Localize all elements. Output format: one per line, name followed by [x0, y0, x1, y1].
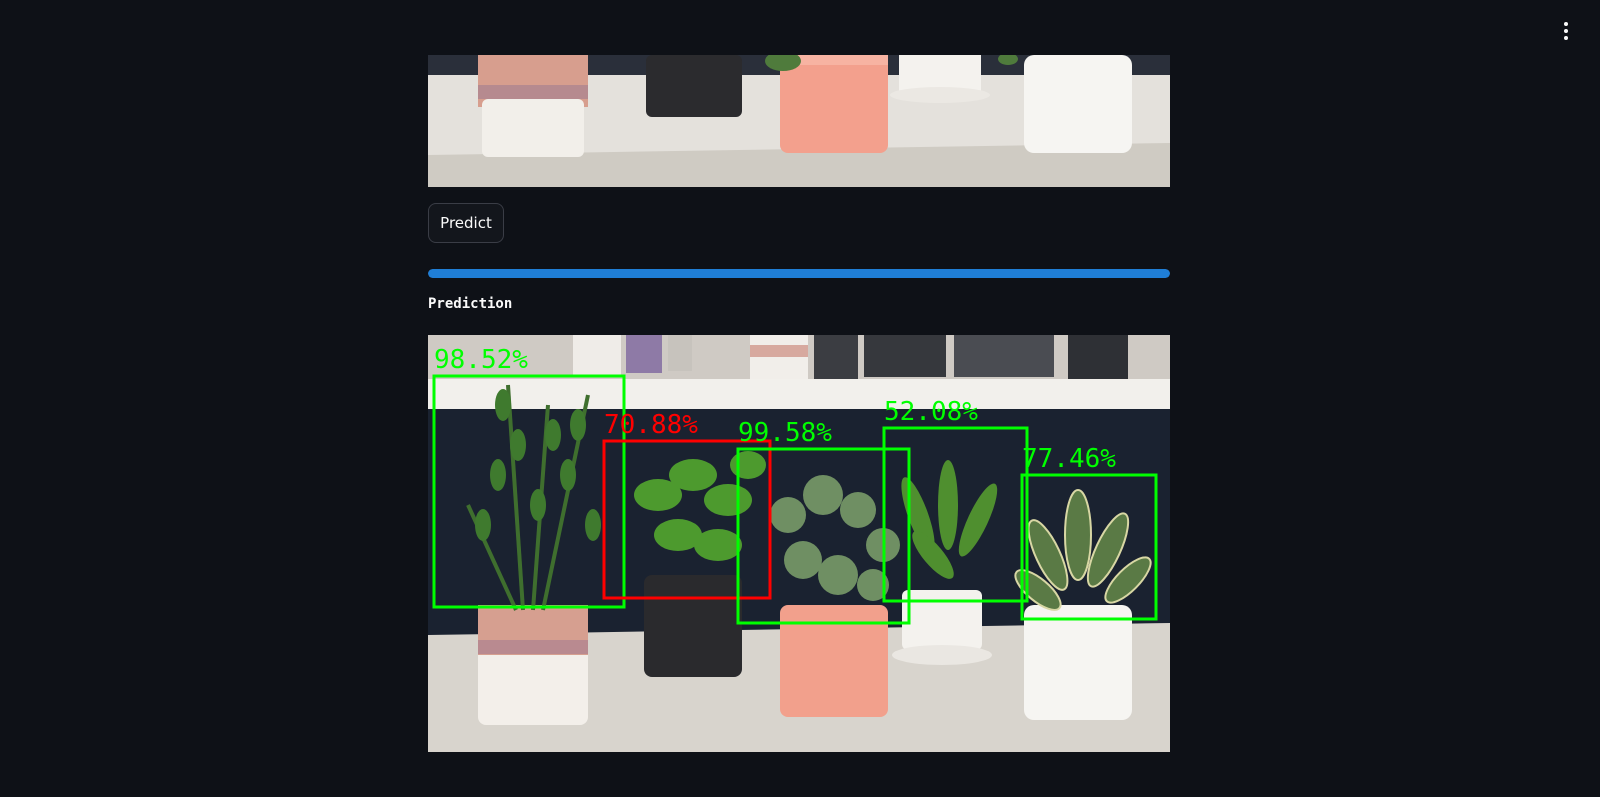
vertical-ellipsis-icon: [1564, 22, 1568, 26]
plant-photo-top: [428, 55, 1170, 187]
uploaded-image: [428, 55, 1170, 187]
progress-bar-fill: [428, 269, 1170, 278]
detection-label: 70.88%: [604, 410, 698, 440]
detection-label: 52.08%: [884, 397, 978, 427]
detection-label: 77.46%: [1022, 444, 1116, 474]
vertical-ellipsis-icon-dot: [1564, 29, 1568, 33]
predict-button[interactable]: Predict: [428, 203, 504, 243]
detection-label: 99.58%: [738, 418, 832, 448]
main-menu-button[interactable]: [1556, 16, 1576, 46]
prediction-image: 98.52% 70.88% 99.58% 52.08% 77.46%: [428, 335, 1170, 752]
vertical-ellipsis-icon-dot: [1564, 36, 1568, 40]
plant-photo-annotated: 98.52% 70.88% 99.58% 52.08% 77.46%: [428, 335, 1170, 752]
prediction-caption: Prediction: [428, 296, 513, 312]
detection-label: 98.52%: [434, 345, 528, 375]
progress-bar: [428, 269, 1170, 278]
